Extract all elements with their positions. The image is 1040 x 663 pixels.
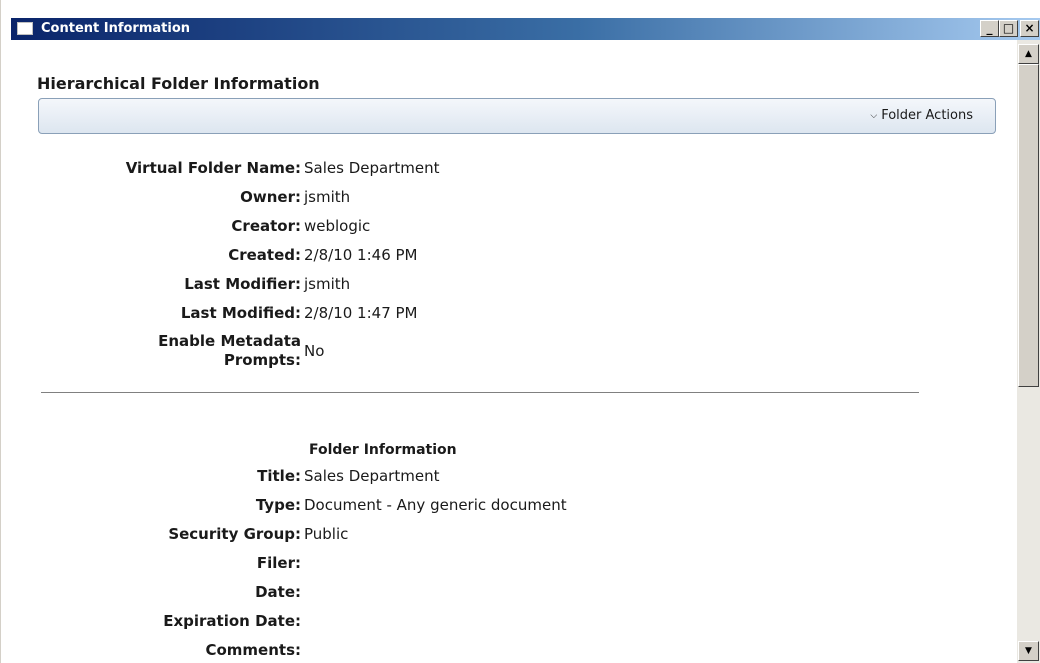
field-last-modifier: Last Modifier: jsmith [11, 275, 911, 301]
window-title: Content Information [41, 21, 191, 36]
folder-information-heading: Folder Information [309, 442, 457, 458]
content-information-window: Content Information _ □ × Hierarchical F… [0, 0, 1040, 663]
vertical-scrollbar[interactable]: ▲ ▼ [1017, 40, 1040, 663]
field-security-group: Security Group: Public [11, 525, 911, 551]
field-label: Type: [255, 496, 301, 514]
field-label: Date: [255, 583, 301, 601]
section-heading: Hierarchical Folder Information [37, 74, 320, 93]
title-bar[interactable]: Content Information _ □ × [11, 18, 1040, 40]
field-label: Owner: [240, 188, 301, 206]
field-label: Expiration Date: [163, 612, 301, 630]
field-owner: Owner: jsmith [11, 188, 911, 214]
scroll-up-button[interactable]: ▲ [1018, 44, 1039, 64]
folder-actions-label: Folder Actions [881, 108, 973, 123]
field-virtual-folder-name: Virtual Folder Name: Sales Department [11, 159, 911, 185]
field-value: Document - Any generic document [304, 496, 567, 514]
field-value: No [304, 342, 325, 360]
field-label: Last Modifier: [184, 275, 301, 293]
field-label: Creator: [231, 217, 301, 235]
field-label: Virtual Folder Name: [125, 159, 301, 177]
field-comments: Comments: [11, 641, 911, 663]
field-value: 2/8/10 1:47 PM [304, 304, 418, 322]
field-creator: Creator: weblogic [11, 217, 911, 243]
field-value: Public [304, 525, 349, 543]
field-filer: Filer: [11, 554, 911, 580]
minimize-button[interactable]: _ [980, 20, 999, 37]
field-label-line1: Enable Metadata [158, 332, 301, 350]
field-label-line2: Prompts: [223, 351, 301, 369]
field-last-modified: Last Modified: 2/8/10 1:47 PM [11, 304, 911, 330]
folder-actions-bar: ⌵ Folder Actions [38, 98, 996, 134]
field-date: Date: [11, 583, 911, 609]
chevron-down-icon: ⌵ [870, 111, 878, 121]
field-value: Sales Department [304, 467, 440, 485]
field-value: weblogic [304, 217, 371, 235]
window-controls: _ □ × [980, 20, 1039, 37]
scroll-down-button[interactable]: ▼ [1018, 641, 1039, 661]
field-created: Created: 2/8/10 1:46 PM [11, 246, 911, 272]
field-label: Title: [257, 467, 301, 485]
field-enable-metadata-prompts: Enable Metadata Prompts: No [11, 332, 911, 374]
window-icon [17, 22, 33, 35]
field-expiration-date: Expiration Date: [11, 612, 911, 638]
scrollbar-thumb[interactable] [1018, 64, 1039, 387]
field-label: Enable Metadata Prompts: [158, 332, 301, 370]
folder-actions-menu[interactable]: ⌵ Folder Actions [870, 108, 973, 123]
field-value: Sales Department [304, 159, 440, 177]
section-divider [41, 392, 919, 393]
maximize-button[interactable]: □ [999, 20, 1018, 37]
close-button[interactable]: × [1020, 20, 1039, 37]
field-type: Type: Document - Any generic document [11, 496, 911, 522]
field-value: jsmith [304, 275, 351, 293]
content-area: Hierarchical Folder Information ⌵ Folder … [11, 40, 1017, 663]
field-label: Created: [228, 246, 301, 264]
field-value: 2/8/10 1:46 PM [304, 246, 418, 264]
field-label: Filer: [256, 554, 301, 572]
field-label: Security Group: [168, 525, 301, 543]
field-label: Last Modified: [180, 304, 301, 322]
field-title: Title: Sales Department [11, 467, 911, 493]
field-value: jsmith [304, 188, 351, 206]
field-label: Comments: [205, 641, 301, 659]
